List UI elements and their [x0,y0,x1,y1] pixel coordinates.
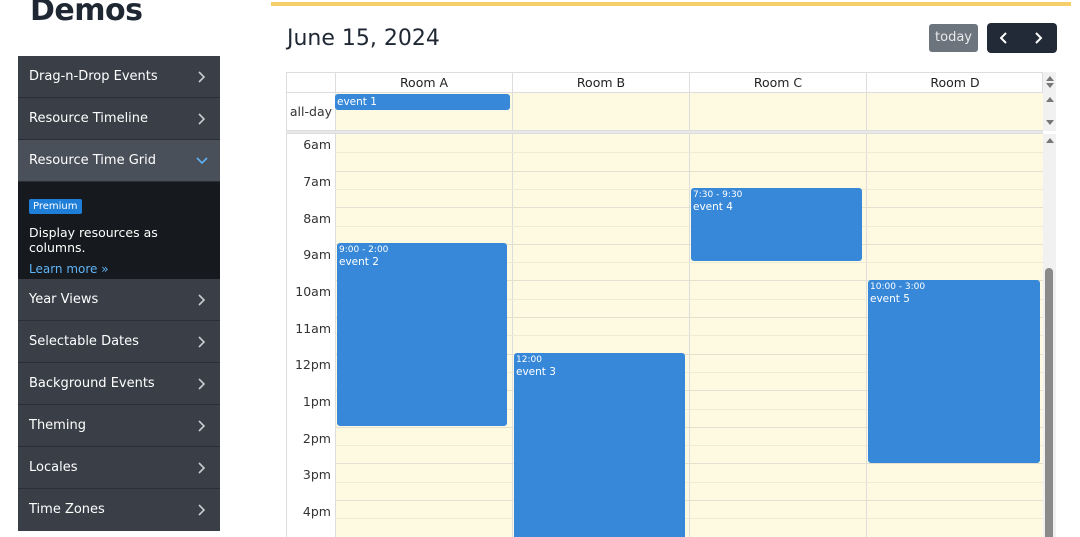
page-title: Demos [30,0,143,28]
event-title: event 3 [516,366,556,378]
hour-label: 4pm [302,504,331,519]
hour-label: 1pm [302,394,331,409]
half-hour-line [335,482,1044,483]
chevron-right-icon [198,279,208,321]
all-day-event[interactable]: event 1 [335,94,510,110]
half-hour-line [335,226,1044,227]
chevron-right-icon [198,489,208,531]
sidebar-item-label: Background Events [29,376,155,391]
hour-label: 3pm [302,467,331,482]
scroll-up-icon[interactable] [1046,97,1054,102]
chevron-right-icon [1035,32,1043,44]
sidebar-item-label: Resource Timeline [29,111,149,126]
sidebar-item-label: Selectable Dates [29,334,139,349]
column-divider [866,93,867,130]
hour-label: 7am [303,174,331,189]
sidebar-item-detail-panel: Premium Display resources as columns. Le… [18,182,220,279]
panel-description: Display resources as columns. [29,225,158,255]
hour-label: 10am [295,284,331,299]
hour-label: 6am [303,137,331,152]
chevron-right-icon [198,447,208,489]
chevron-right-icon [198,321,208,363]
prev-button[interactable] [987,23,1022,53]
sidebar-item-background-events[interactable]: Background Events [18,363,220,405]
chevron-left-icon [1000,32,1007,44]
chevron-right-icon [198,56,208,98]
event-block[interactable]: 9:00 - 2:00 event 2 [337,243,507,426]
sidebar-item-drag-n-drop-events[interactable]: Drag-n-Drop Events [18,56,220,98]
scroll-up-icon[interactable] [1046,76,1054,81]
demo-sidebar: Drag-n-Drop Events Resource Timeline Res… [18,56,220,531]
column-divider [512,93,513,130]
event-block[interactable]: 10:00 - 3:00 event 5 [868,280,1040,463]
column-divider [689,93,690,130]
event-title: event 4 [693,201,733,213]
chevron-down-icon [196,140,208,182]
resource-header: Room A Room B Room C Room D [286,72,1043,93]
sidebar-item-resource-time-grid[interactable]: Resource Time Grid [18,140,220,182]
time-grid-scrollbar[interactable] [1043,134,1056,537]
chevron-right-icon [198,363,208,405]
next-button[interactable] [1022,23,1057,53]
sidebar-item-label: Year Views [29,292,99,307]
all-day-scrollbar[interactable] [1043,72,1056,131]
half-hour-line [335,518,1044,519]
all-day-label: all-day [287,93,335,130]
hour-line [335,171,1044,172]
sidebar-item-resource-timeline[interactable]: Resource Timeline [18,98,220,140]
hour-label: 8am [303,211,331,226]
sidebar-item-label: Time Zones [29,502,105,517]
event-time: 10:00 - 3:00 [870,282,926,292]
scroll-down-icon[interactable] [1046,120,1054,125]
chevron-right-icon [198,405,208,447]
event-time: 7:30 - 9:30 [693,190,743,200]
hour-label: 2pm [302,431,331,446]
half-hour-line [335,189,1044,190]
premium-badge: Premium [29,199,82,214]
resource-header-room-a: Room A [335,73,512,93]
sidebar-item-selectable-dates[interactable]: Selectable Dates [18,321,220,363]
event-title: event 2 [339,256,379,268]
event-title: event 5 [870,293,910,305]
scroll-up-icon[interactable] [1046,138,1054,143]
event-time: 12:00 [516,355,542,365]
calendar-title: June 15, 2024 [287,26,440,51]
hour-line [335,500,1044,501]
hour-line [335,463,1044,464]
learn-more-link[interactable]: Learn more » [29,262,209,276]
event-time: 9:00 - 2:00 [339,245,389,255]
scrollbar-thumb[interactable] [1045,268,1053,537]
all-day-row: all-day event 1 [286,93,1044,131]
hour-label: 11am [295,321,331,336]
resource-header-room-b: Room B [512,73,689,93]
resource-header-room-d: Room D [866,73,1043,93]
hour-line [335,207,1044,208]
scroll-down-icon[interactable] [1046,83,1054,88]
resource-time-grid: Room A Room B Room C Room D all-day even… [286,72,1056,537]
half-hour-line [335,152,1044,153]
sidebar-item-label: Locales [29,460,78,475]
sidebar-item-label: Theming [29,418,86,433]
resource-header-room-c: Room C [689,73,866,93]
sidebar-item-time-zones[interactable]: Time Zones [18,489,220,531]
sidebar-item-theming[interactable]: Theming [18,405,220,447]
today-button[interactable]: today [929,24,978,52]
sidebar-item-year-views[interactable]: Year Views [18,279,220,321]
time-grid-body: 6am 7am 8am 9am 10am 11am 12pm 1pm 2pm 3… [286,134,1044,537]
hour-label: 9am [303,247,331,262]
accent-rule [271,2,1071,6]
sidebar-item-locales[interactable]: Locales [18,447,220,489]
hour-label: 12pm [294,357,331,372]
event-title: event 1 [337,96,377,108]
sidebar-item-label: Drag-n-Drop Events [29,69,158,84]
chevron-right-icon [198,98,208,140]
sidebar-item-label: Resource Time Grid [29,153,156,168]
event-block[interactable]: 12:00 event 3 [514,353,685,537]
event-block[interactable]: 7:30 - 9:30 event 4 [691,188,862,261]
